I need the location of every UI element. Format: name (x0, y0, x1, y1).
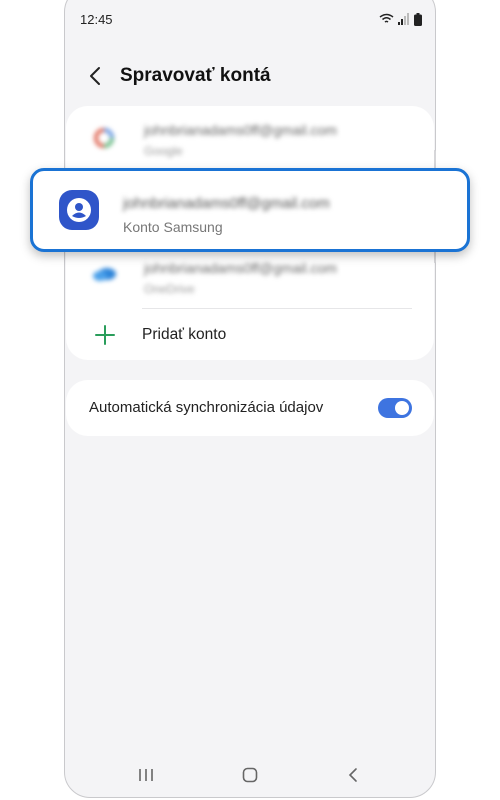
home-icon (242, 767, 258, 783)
add-account-button[interactable]: Pridať konto (94, 320, 226, 350)
toggle-knob (395, 401, 409, 415)
divider (142, 308, 412, 309)
auto-sync-row[interactable]: Automatická synchronizácia údajov (66, 380, 434, 436)
recents-icon (139, 769, 153, 781)
auto-sync-label: Automatická synchronizácia údajov (89, 399, 324, 416)
status-bar: 12:45 (80, 8, 422, 30)
chevron-left-icon (90, 67, 100, 85)
account-type: Google (144, 144, 183, 158)
status-icons (379, 12, 422, 26)
auto-sync-toggle[interactable] (378, 398, 412, 418)
account-row-onedrive[interactable]: johnbrianadams0ff@gmail.com OneDrive (66, 252, 434, 302)
status-time: 12:45 (80, 11, 113, 27)
back-nav-button[interactable] (341, 764, 365, 786)
person-icon (67, 198, 91, 222)
account-email: johnbrianadams0ff@gmail.com (123, 195, 330, 212)
signal-icon (398, 13, 409, 25)
add-account-label: Pridať konto (142, 326, 227, 343)
plus-icon (95, 325, 115, 345)
account-email: johnbrianadams0ff@gmail.com (144, 122, 337, 138)
recents-button[interactable] (134, 764, 158, 786)
account-row-google[interactable]: johnbrianadams0ff@gmail.com Google (66, 112, 434, 166)
account-email: johnbrianadams0ff@gmail.com (144, 260, 337, 276)
samsung-account-icon (59, 190, 99, 230)
google-icon (94, 128, 114, 148)
account-row-samsung[interactable]: johnbrianadams0ff@gmail.com Konto Samsun… (30, 168, 470, 252)
account-type: OneDrive (144, 282, 195, 296)
back-nav-icon (348, 768, 357, 782)
onedrive-icon (93, 268, 116, 281)
navigation-bar (64, 758, 436, 792)
wifi-icon (379, 13, 394, 23)
home-button[interactable] (238, 764, 262, 786)
header: Spravovať kontá (86, 60, 271, 92)
account-type: Konto Samsung (123, 219, 223, 235)
page-title: Spravovať kontá (120, 65, 271, 86)
battery-icon (414, 12, 422, 26)
back-button[interactable] (86, 64, 104, 88)
